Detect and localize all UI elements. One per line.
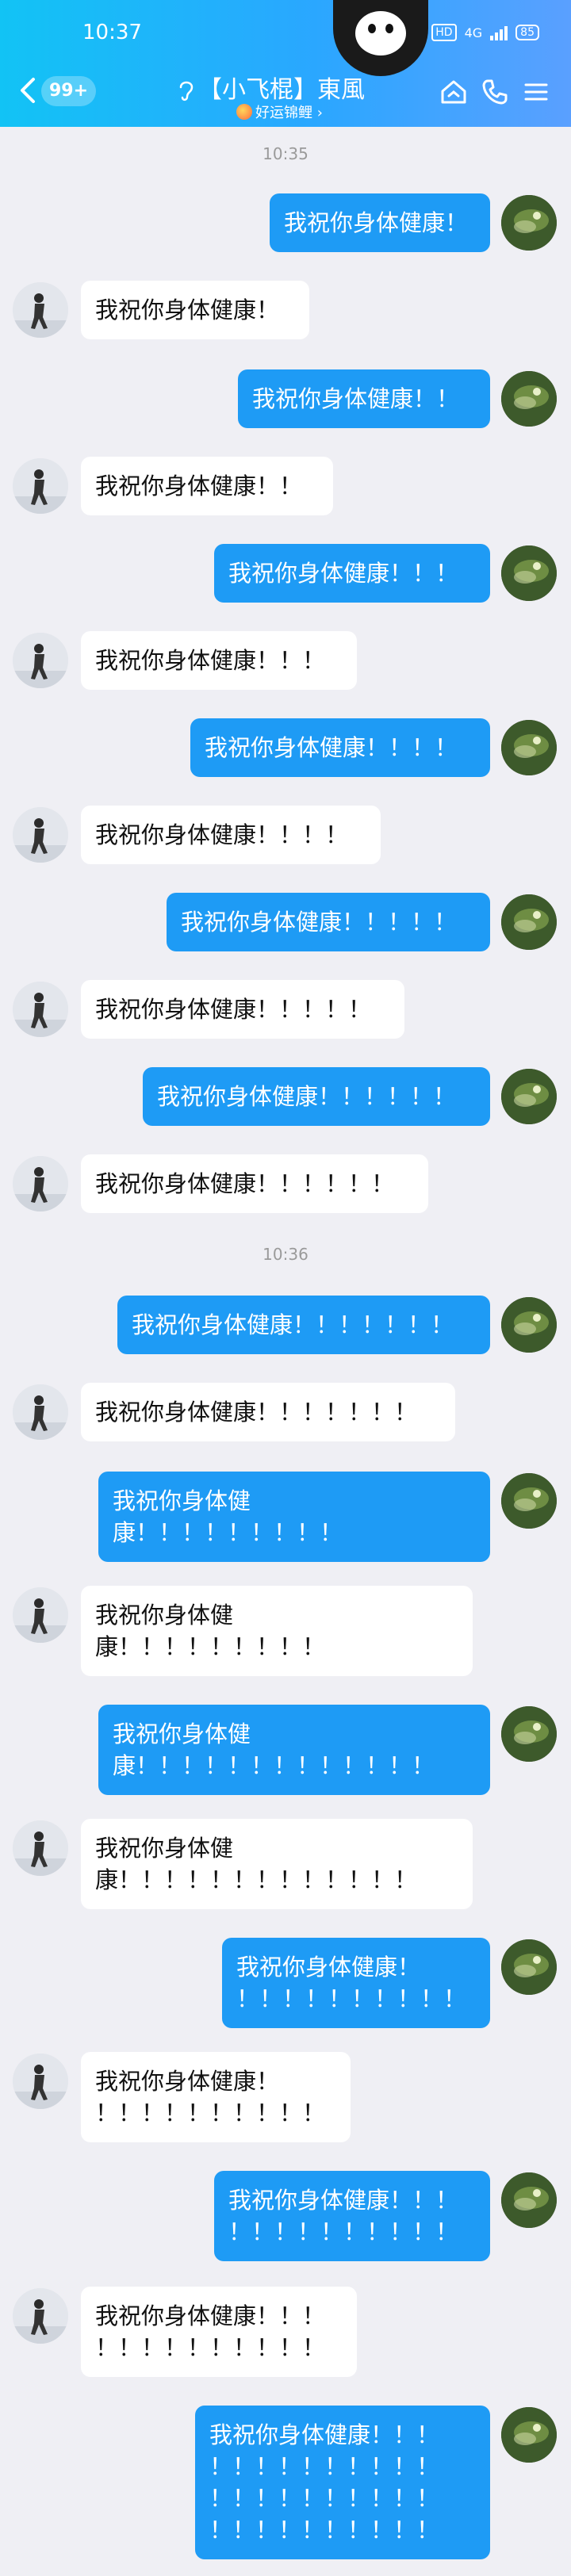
contact-avatar[interactable] bbox=[13, 2054, 68, 2109]
received-message-bubble[interactable]: 我祝你身体健康！ bbox=[81, 281, 309, 339]
message-text: 我祝你身体健康！！ bbox=[95, 473, 303, 500]
battery-icon: 85 bbox=[515, 25, 539, 40]
message-text: 我祝你身体健康！！！ ！！！！！！！！！！ ！！！！！！！！！！ ！！！！！！！… bbox=[209, 2421, 440, 2543]
message-text: 我祝你身体健康！！！！！！！ bbox=[95, 1399, 418, 1426]
received-message-bubble[interactable]: 我祝你身体健康！！ bbox=[81, 457, 333, 515]
received-message-bubble[interactable]: 我祝你身体健康！！！ ！！！！！！！！！！ bbox=[81, 2287, 357, 2377]
sent-message-bubble[interactable]: 我祝你身体健 康！！！！！！！！！ bbox=[98, 1472, 490, 1562]
message-text: 我祝你身体健康！ ！！！！！！！！！！ bbox=[95, 2068, 326, 2126]
phone-icon[interactable] bbox=[479, 76, 511, 108]
my-avatar[interactable] bbox=[501, 1939, 557, 1995]
menu-icon[interactable] bbox=[520, 76, 552, 108]
sent-message-bubble[interactable]: 我祝你身体健康！！！ bbox=[214, 544, 490, 603]
my-avatar[interactable] bbox=[501, 1473, 557, 1529]
chevron-left-icon[interactable] bbox=[16, 75, 40, 106]
message-text: 我祝你身体健 康！！！！！！！！！！！！！ bbox=[95, 1835, 418, 1893]
contact-avatar[interactable] bbox=[13, 633, 68, 688]
message-text: 我祝你身体健康！！！ ！！！！！！！！！！ bbox=[228, 2187, 459, 2245]
sent-message-bubble[interactable]: 我祝你身体健康！ bbox=[270, 193, 490, 252]
message-text: 我祝你身体健康！！！ bbox=[228, 560, 459, 587]
message-text: 我祝你身体健康！！！！！ bbox=[95, 996, 372, 1023]
sent-message-bubble[interactable]: 我祝你身体健康！！！ ！！！！！！！！！！ ！！！！！！！！！！ ！！！！！！！… bbox=[195, 2406, 490, 2559]
mascot-eye bbox=[368, 24, 376, 33]
message-text: 我祝你身体健康！！！ bbox=[95, 647, 326, 674]
message-text: 我祝你身体健康！！ bbox=[252, 385, 460, 412]
received-message-bubble[interactable]: 我祝你身体健康！！！！ bbox=[81, 806, 381, 864]
received-message-bubble[interactable]: 我祝你身体健康！！！！！ bbox=[81, 980, 404, 1039]
status-time: 10:37 bbox=[82, 21, 142, 44]
message-text: 我祝你身体健康！！！！ bbox=[95, 821, 349, 848]
contact-avatar[interactable] bbox=[13, 982, 68, 1037]
message-text: 我祝你身体健康！ bbox=[95, 297, 280, 323]
message-text: 我祝你身体健康！！！！！！ bbox=[157, 1083, 457, 1110]
hd-icon: HD bbox=[431, 24, 457, 41]
my-avatar[interactable] bbox=[501, 720, 557, 775]
sent-message-bubble[interactable]: 我祝你身体健康！！！！！！！ bbox=[117, 1296, 490, 1354]
status-icons: HD 4G 85 bbox=[431, 24, 539, 41]
message-text: 我祝你身体健康！！！！ bbox=[205, 734, 458, 761]
sent-message-bubble[interactable]: 我祝你身体健康！！ bbox=[238, 369, 490, 428]
ear-icon bbox=[179, 81, 194, 101]
message-text: 我祝你身体健康！！！！！！！ bbox=[132, 1311, 454, 1338]
contact-avatar[interactable] bbox=[13, 1587, 68, 1643]
received-message-bubble[interactable]: 我祝你身体健 康！！！！！！！！！ bbox=[81, 1586, 473, 1676]
my-avatar[interactable] bbox=[501, 1297, 557, 1353]
mascot-face bbox=[355, 11, 406, 56]
message-text: 我祝你身体健康！！！ ！！！！！！！！！！ bbox=[95, 2302, 326, 2361]
my-avatar[interactable] bbox=[501, 2407, 557, 2463]
contact-avatar[interactable] bbox=[13, 1384, 68, 1440]
sent-message-bubble[interactable]: 我祝你身体健康！！！！ bbox=[190, 718, 490, 777]
received-message-bubble[interactable]: 我祝你身体健康！ ！！！！！！！！！！ bbox=[81, 2052, 351, 2142]
my-avatar[interactable] bbox=[501, 545, 557, 601]
network-label: 4G bbox=[464, 25, 483, 40]
my-avatar[interactable] bbox=[501, 195, 557, 251]
chat-header: 10:37 HD 4G 85 99+ 【小飞棍】東風 好运锦鲤 › bbox=[0, 0, 571, 127]
sent-message-bubble[interactable]: 我祝你身体健康！！！！！ bbox=[167, 893, 490, 951]
my-avatar[interactable] bbox=[501, 1706, 557, 1762]
chat-title[interactable]: 【小飞棍】東風 bbox=[198, 70, 365, 105]
koi-icon bbox=[236, 104, 252, 120]
chat-subtitle[interactable]: 好运锦鲤 › bbox=[236, 101, 323, 122]
mascot-eye bbox=[385, 24, 393, 33]
received-message-bubble[interactable]: 我祝你身体健康！！！ bbox=[81, 631, 357, 690]
contact-avatar[interactable] bbox=[13, 458, 68, 514]
contact-avatar[interactable] bbox=[13, 2288, 68, 2344]
message-text: 我祝你身体健康！！！！！！ bbox=[95, 1170, 395, 1197]
my-avatar[interactable] bbox=[501, 1069, 557, 1124]
my-avatar[interactable] bbox=[501, 2172, 557, 2228]
message-text: 我祝你身体健 康！！！！！！！！！ bbox=[95, 1602, 326, 1660]
sent-message-bubble[interactable]: 我祝你身体健康！！！！！！ bbox=[143, 1067, 490, 1126]
signal-icon bbox=[490, 25, 508, 40]
contact-avatar[interactable] bbox=[13, 807, 68, 863]
message-text: 我祝你身体健康！ bbox=[284, 209, 469, 236]
message-text: 我祝你身体健康！ ！！！！！！！！！！ bbox=[236, 1954, 467, 2012]
message-timestamp: 10:35 bbox=[263, 144, 308, 163]
message-text: 我祝你身体健 康！！！！！！！！！！！！！ bbox=[113, 1721, 435, 1779]
unread-count-badge[interactable]: 99+ bbox=[41, 76, 97, 106]
message-list[interactable]: 10:35 10:36 我祝你身体健康！ 我祝你身体健康！ 我祝你身体健康！！ 我祝你身体… bbox=[0, 127, 571, 2576]
sent-message-bubble[interactable]: 我祝你身体健康！！！ ！！！！！！！！！！ bbox=[214, 2171, 490, 2261]
contact-avatar[interactable] bbox=[13, 1820, 68, 1876]
received-message-bubble[interactable]: 我祝你身体健康！！！！！！！ bbox=[81, 1383, 455, 1441]
home-icon[interactable] bbox=[438, 76, 469, 108]
sent-message-bubble[interactable]: 我祝你身体健康！ ！！！！！！！！！！ bbox=[222, 1938, 490, 2028]
contact-avatar[interactable] bbox=[13, 1156, 68, 1211]
message-text: 我祝你身体健 康！！！！！！！！！ bbox=[113, 1487, 343, 1546]
message-text: 我祝你身体健康！！！！！ bbox=[181, 909, 458, 936]
received-message-bubble[interactable]: 我祝你身体健 康！！！！！！！！！！！！！ bbox=[81, 1819, 473, 1909]
my-avatar[interactable] bbox=[501, 894, 557, 950]
subtitle-label: 好运锦鲤 › bbox=[255, 105, 323, 121]
mascot-decoration bbox=[333, 0, 428, 76]
sent-message-bubble[interactable]: 我祝你身体健 康！！！！！！！！！！！！！ bbox=[98, 1705, 490, 1795]
received-message-bubble[interactable]: 我祝你身体健康！！！！！！ bbox=[81, 1154, 428, 1213]
message-timestamp: 10:36 bbox=[263, 1245, 308, 1264]
my-avatar[interactable] bbox=[501, 371, 557, 427]
contact-avatar[interactable] bbox=[13, 282, 68, 338]
